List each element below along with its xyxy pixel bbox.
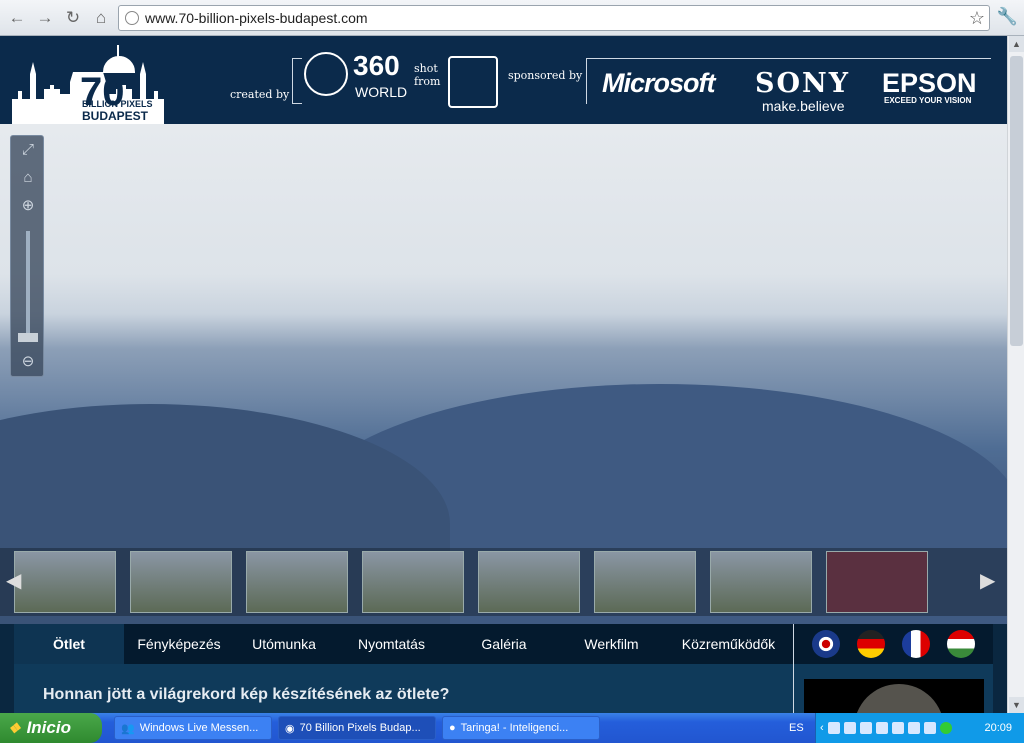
messenger-tray-icon[interactable] [875,722,888,734]
tray-expand-icon[interactable]: ‹ [820,722,824,734]
status-icon[interactable] [939,722,952,734]
tab-fenykepezes[interactable]: Fényképezés [124,624,234,664]
user-icon[interactable] [891,722,904,734]
star-icon[interactable]: ☆ [969,8,985,29]
system-tray: ‹ 20:09 [815,713,1024,743]
thumbs-next-arrow[interactable]: ▶ [980,568,995,593]
forward-button[interactable]: → [34,7,56,29]
taskbar: ❖ Inicio 👥 Windows Live Messen... ◉ 70 Bill… [0,713,1024,743]
zoom-control: ⤢ ⌂ ⊕ ⊖ [10,135,44,377]
sponsored-by-label: sponsored by [508,69,583,82]
epson-tagline: EXCEED YOUR VISION [884,96,972,105]
tab-kozremukodok[interactable]: Közreműködők [664,624,793,664]
flag-uk-icon[interactable] [812,630,840,658]
tab-utomunka[interactable]: Utómunka [234,624,334,664]
windows-logo-icon: ❖ [8,719,21,736]
logo-line2: BUDAPEST [82,109,149,123]
globe-icon [125,11,139,25]
home-button[interactable]: ⌂ [90,7,112,29]
main-nav: Ötlet Fényképezés Utómunka Nyomtatás Gal… [14,624,793,664]
thumbs-prev-arrow[interactable]: ◀ [6,568,21,593]
mountain-icon [448,56,498,108]
zoom-slider-thumb[interactable] [18,333,38,342]
brand-world: WORLD [355,84,408,100]
tab-otlet[interactable]: Ötlet [14,624,124,664]
messenger-icon: 👥 [121,722,135,735]
video-thumbnail[interactable] [804,679,984,713]
globe-icon [304,52,348,96]
flag-hungary-icon[interactable] [947,630,975,658]
sponsor-epson[interactable]: EPSON [882,68,977,99]
flag-france-icon[interactable] [902,630,930,658]
chrome-icon: ◉ [285,722,295,735]
task-chrome[interactable]: ◉ 70 Billion Pixels Budap... [278,716,436,740]
task-label: 70 Billion Pixels Budap... [299,722,421,734]
url-text: www.70-billion-pixels-budapest.com [145,10,368,26]
security-icon[interactable] [859,722,872,734]
user-icon[interactable] [923,722,936,734]
tab-werkfilm[interactable]: Werkfilm [559,624,664,664]
task-label: Windows Live Messen... [139,722,259,734]
sponsor-microsoft[interactable]: Microsoft [602,68,715,99]
thumbnail[interactable] [14,551,116,613]
back-button[interactable]: ← [6,7,28,29]
brand-360: 360 [353,50,400,81]
fullscreen-icon[interactable]: ⤢ [11,136,45,164]
thumbnail[interactable] [246,551,348,613]
task-firefox[interactable]: ● Taringa! - Inteligenci... [442,716,600,740]
browser-toolbar: ← → ↻ ⌂ www.70-billion-pixels-budapest.c… [0,0,1024,36]
sponsor-sony[interactable]: SONY [755,68,850,99]
thumbnail[interactable] [710,551,812,613]
site-header: 70 BILLION PIXELS BUDAPEST created by 36… [0,36,1007,124]
thumbnail[interactable] [362,551,464,613]
flag-germany-icon[interactable] [857,630,885,658]
firefox-icon: ● [449,722,456,734]
zoom-out-icon[interactable]: ⊖ [11,348,45,376]
scrollbar-thumb[interactable] [1010,56,1023,346]
task-messenger[interactable]: 👥 Windows Live Messen... [114,716,272,740]
start-label: Inicio [26,718,71,737]
zoom-in-icon[interactable]: ⊕ [11,192,45,220]
thumbnail[interactable] [478,551,580,613]
created-by-label: created by [230,88,290,101]
thumbnail[interactable] [130,551,232,613]
reload-button[interactable]: ↻ [62,7,84,29]
zoom-slider[interactable] [26,231,30,341]
scroll-up-button[interactable]: ▲ [1009,36,1024,52]
network-icon[interactable] [827,722,840,734]
tab-galeria[interactable]: Galéria [449,624,559,664]
side-panel [793,664,993,713]
thumbnail[interactable] [594,551,696,613]
vertical-scrollbar[interactable]: ▲ ▼ [1007,36,1024,713]
start-button[interactable]: ❖ Inicio [0,713,102,743]
task-label: Taringa! - Inteligenci... [460,722,569,734]
sony-tagline: make.believe [762,98,845,114]
tab-nyomtatas[interactable]: Nyomtatás [334,624,449,664]
thumbnail-strip [0,548,1007,616]
content-heading: Honnan jött a világrekord kép készítésén… [43,686,450,703]
thumbnail[interactable] [826,551,928,613]
language-indicator[interactable]: ES [789,722,804,734]
scroll-down-button[interactable]: ▼ [1009,697,1024,713]
address-bar[interactable]: www.70-billion-pixels-budapest.com ☆ [118,5,990,31]
home-icon[interactable]: ⌂ [11,164,45,192]
language-flags [793,624,993,664]
user-icon[interactable] [907,722,920,734]
shot-from-label: shot from [414,62,441,88]
clock: 20:09 [984,722,1012,734]
wrench-icon[interactable]: 🔧 [997,7,1018,27]
volume-icon[interactable] [843,722,856,734]
content-area: Honnan jött a világrekord kép készítésén… [14,664,793,713]
logo-line1: BILLION PIXELS [82,99,153,109]
